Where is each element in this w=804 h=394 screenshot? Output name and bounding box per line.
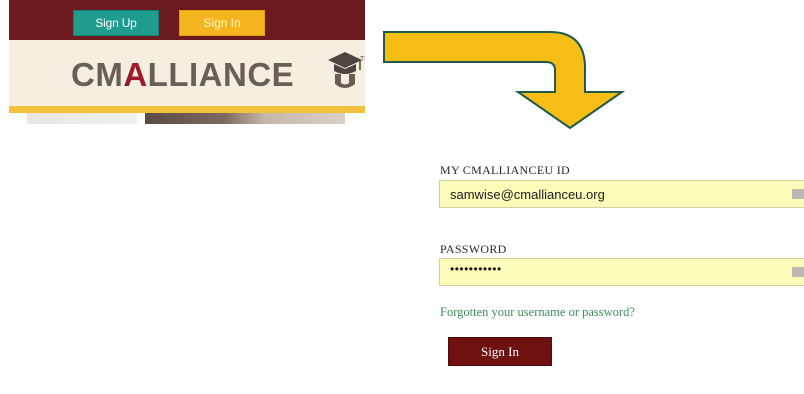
- website-header-crop: Sign Up Sign In CMALLIANCEU TM: [9, 0, 365, 124]
- site-logo: CMALLIANCEU: [71, 56, 319, 94]
- gold-strip: [9, 106, 365, 113]
- keyboard-icon[interactable]: [792, 267, 804, 277]
- id-label: MY CMALLIANCEU ID: [440, 163, 570, 177]
- sign-up-button[interactable]: Sign Up: [73, 10, 159, 36]
- top-bar: Sign Up Sign In: [9, 0, 365, 40]
- trademark: TM: [360, 56, 365, 63]
- photo-right: [145, 113, 345, 124]
- photo-left: [27, 113, 137, 124]
- curved-down-arrow-icon: [383, 31, 626, 130]
- logo-prefix: CM: [71, 56, 124, 93]
- logo-a: A: [123, 56, 148, 93]
- forgot-credentials-link[interactable]: Forgotten your username or password?: [440, 305, 635, 320]
- password-input[interactable]: •••••••••••: [439, 258, 804, 286]
- graduation-cap-icon: [328, 52, 362, 88]
- keyboard-icon[interactable]: [792, 189, 804, 199]
- id-input[interactable]: samwise@cmallianceu.org: [439, 180, 804, 208]
- sign-in-top-button[interactable]: Sign In: [179, 10, 265, 36]
- id-input-value: samwise@cmallianceu.org: [450, 187, 605, 202]
- password-label: PASSWORD: [440, 242, 507, 256]
- password-input-value: •••••••••••: [450, 262, 502, 276]
- sign-in-button[interactable]: Sign In: [448, 337, 552, 366]
- logo-rest: LLIANCE: [147, 56, 295, 93]
